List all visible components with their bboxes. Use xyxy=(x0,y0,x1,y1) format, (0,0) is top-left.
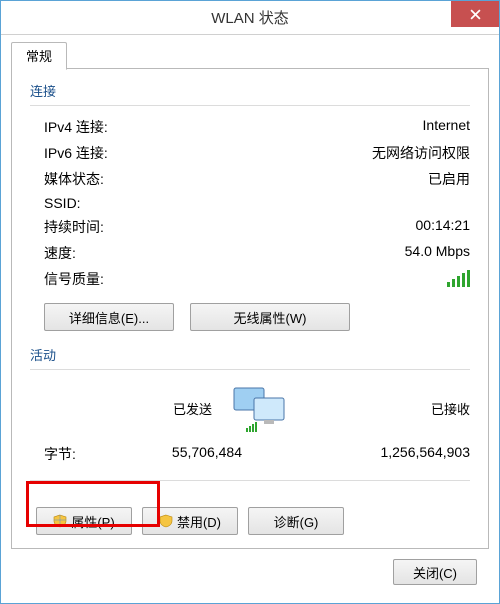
tab-general[interactable]: 常规 xyxy=(11,42,67,70)
ssid-label: SSID: xyxy=(44,195,81,211)
signal-bars-icon xyxy=(447,269,470,287)
signal-quality-value xyxy=(447,269,470,290)
divider xyxy=(30,480,470,481)
close-icon xyxy=(470,9,481,20)
disable-button-label: 禁用(D) xyxy=(177,512,221,531)
shield-icon xyxy=(53,514,67,528)
ipv6-value: 无网络访问权限 xyxy=(372,143,470,163)
window-close-button[interactable] xyxy=(451,1,499,27)
divider xyxy=(30,369,470,370)
wlan-status-window: WLAN 状态 常规 连接 IPv4 连接: Internet IPv6 连接: 无… xyxy=(0,0,500,604)
bytes-sent-value: 55,706,484 xyxy=(104,444,254,464)
wireless-properties-button[interactable]: 无线属性(W) xyxy=(190,303,350,331)
details-button[interactable]: 详细信息(E)... xyxy=(44,303,174,331)
close-button-label: 关闭(C) xyxy=(413,563,457,582)
activity-group-label: 活动 xyxy=(30,345,470,364)
client-area: 常规 连接 IPv4 连接: Internet IPv6 连接: 无网络访问权限 媒… xyxy=(1,35,499,603)
media-state-value: 已启用 xyxy=(428,169,470,189)
disable-button[interactable]: 禁用(D) xyxy=(142,507,238,535)
properties-button[interactable]: 属性(P) xyxy=(36,507,132,535)
diagnose-button-label: 诊断(G) xyxy=(274,512,319,531)
properties-button-label: 属性(P) xyxy=(71,512,114,531)
network-activity-icon xyxy=(224,382,302,434)
tabstrip: 常规 xyxy=(11,43,489,69)
connection-group-label: 连接 xyxy=(30,81,470,100)
ipv6-label: IPv6 连接: xyxy=(44,143,108,163)
titlebar: WLAN 状态 xyxy=(1,1,499,35)
close-button[interactable]: 关闭(C) xyxy=(393,559,477,585)
sent-label: 已发送 xyxy=(44,399,224,418)
dialog-footer: 关闭(C) xyxy=(11,549,489,597)
shield-icon xyxy=(159,514,173,528)
diagnose-button[interactable]: 诊断(G) xyxy=(248,507,344,535)
divider xyxy=(30,105,470,106)
duration-label: 持续时间: xyxy=(44,217,104,237)
ipv4-value: Internet xyxy=(423,117,470,137)
tab-page-general: 连接 IPv4 连接: Internet IPv6 连接: 无网络访问权限 媒体状态… xyxy=(11,69,489,549)
speed-value: 54.0 Mbps xyxy=(405,243,470,263)
received-label: 已接收 xyxy=(302,399,470,418)
bytes-label: 字节: xyxy=(44,444,104,464)
media-state-label: 媒体状态: xyxy=(44,169,104,189)
ipv4-label: IPv4 连接: xyxy=(44,117,108,137)
window-title: WLAN 状态 xyxy=(1,7,499,28)
bytes-received-value: 1,256,564,903 xyxy=(332,444,470,464)
speed-label: 速度: xyxy=(44,243,76,263)
signal-quality-label: 信号质量: xyxy=(44,269,104,290)
duration-value: 00:14:21 xyxy=(416,217,471,237)
